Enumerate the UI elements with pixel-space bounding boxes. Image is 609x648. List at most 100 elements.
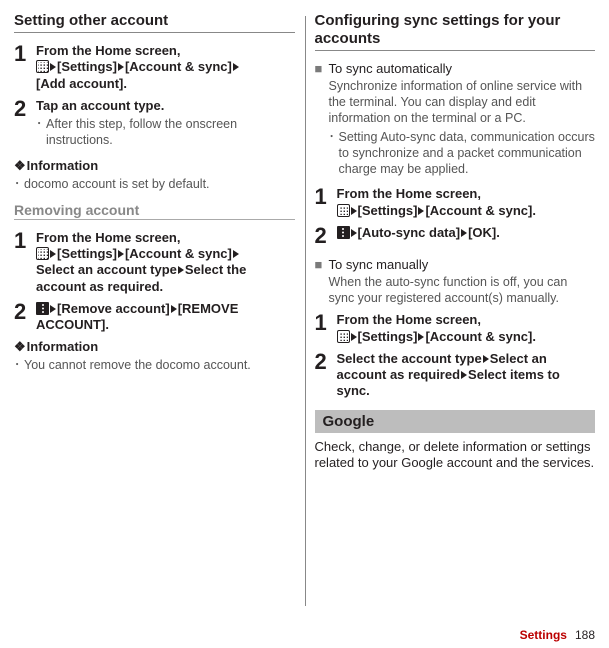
step-2-auto-sync: 2 [Auto-sync data] [OK]. [315, 225, 596, 247]
information-note: ･ docomo account is set by default. [14, 176, 295, 192]
overflow-menu-icon [337, 226, 350, 239]
text: Select an account type [36, 262, 177, 277]
text: [OK]. [468, 225, 500, 240]
step-instruction: From the Home screen, [Settings] [Account… [337, 186, 596, 219]
arrow-icon [461, 371, 467, 379]
arrow-icon [461, 229, 467, 237]
step-number: 2 [315, 225, 337, 247]
text: [Settings] [358, 329, 418, 344]
bullet-icon: ･ [14, 357, 24, 373]
subsection-title: To sync automatically [329, 61, 596, 78]
arrow-icon [178, 266, 184, 274]
arrow-icon [233, 250, 239, 258]
subsection-note: ･ Setting Auto-sync data, communication … [329, 129, 596, 178]
text: From the Home screen, [337, 186, 482, 201]
arrow-icon [50, 250, 56, 258]
step-1-manual-sync: 1 From the Home screen, [Settings] [Accou… [315, 312, 596, 345]
text: Information [27, 158, 99, 173]
arrow-icon [418, 207, 424, 215]
step-number: 2 [315, 351, 337, 400]
step-number: 2 [14, 301, 36, 334]
bullet-icon: ･ [36, 116, 46, 149]
step-1-auto-sync: 1 From the Home screen, [Settings] [Accou… [315, 186, 596, 219]
step-instruction: From the Home screen, [Settings] [Account… [36, 43, 295, 92]
arrow-icon [483, 355, 489, 363]
apps-grid-icon [337, 204, 350, 217]
arrow-icon [171, 305, 177, 313]
text: [Account & sync] [125, 246, 232, 261]
step-instruction: [Remove account][REMOVE ACCOUNT]. [36, 301, 295, 334]
text: [Account & sync]. [425, 203, 536, 218]
information-heading: ❖Information [14, 158, 295, 174]
note-text: docomo account is set by default. [24, 176, 210, 192]
section-title-removing-account: Removing account [14, 202, 295, 220]
step-number: 1 [315, 312, 337, 345]
subsection-title: To sync manually [329, 257, 596, 274]
text: From the Home screen, [36, 230, 181, 245]
subsection-sync-auto: ■ To sync automatically Synchronize info… [315, 61, 596, 180]
step-2-remove: 2 [Remove account][REMOVE ACCOUNT]. [14, 301, 295, 334]
text: [Account & sync] [125, 59, 232, 74]
section-header-google: Google [315, 410, 596, 433]
text: [Remove account] [57, 301, 170, 316]
step-instruction: Select the account typeSelect an account… [337, 351, 596, 400]
arrow-icon [118, 63, 124, 71]
text: From the Home screen, [36, 43, 181, 58]
text: [Account & sync]. [425, 329, 536, 344]
section-title-configure-sync: Configuring sync settings for your accou… [315, 12, 596, 51]
note-text: Setting Auto-sync data, communication oc… [339, 129, 596, 178]
text: [Auto-sync data] [358, 225, 461, 240]
information-note: ･ You cannot remove the docomo account. [14, 357, 295, 373]
step-instruction: Tap an account type. [36, 98, 295, 114]
arrow-icon [233, 63, 239, 71]
overflow-menu-icon [36, 302, 49, 315]
arrow-icon [351, 333, 357, 341]
text: [Settings] [57, 59, 117, 74]
section-title-setting-other-account: Setting other account [14, 12, 295, 33]
step-instruction: [Auto-sync data] [OK]. [337, 225, 596, 241]
step-number: 2 [14, 98, 36, 152]
subsection-desc: Synchronize information of online servic… [329, 78, 596, 127]
step-2-set-other: 2 Tap an account type. ･ After this step… [14, 98, 295, 152]
arrow-icon [50, 63, 56, 71]
step-note: ･ After this step, follow the onscreen i… [36, 116, 295, 149]
page-footer: Settings 188 [520, 628, 595, 642]
diamond-icon: ❖ [14, 339, 26, 355]
step-2-manual-sync: 2 Select the account typeSelect an accou… [315, 351, 596, 400]
footer-page-number: 188 [575, 628, 595, 642]
text: Information [27, 339, 99, 354]
apps-grid-icon [36, 247, 49, 260]
note-text: You cannot remove the docomo account. [24, 357, 251, 373]
step-1-set-other: 1 From the Home screen, [Settings] [Accou… [14, 43, 295, 92]
text: Select the account type [337, 351, 482, 366]
diamond-icon: ❖ [14, 158, 26, 174]
arrow-icon [351, 229, 357, 237]
step-instruction: From the Home screen, [Settings] [Account… [337, 312, 596, 345]
arrow-icon [50, 305, 56, 313]
text: [Add account]. [36, 76, 127, 91]
text: [Settings] [358, 203, 418, 218]
step-instruction: From the Home screen, [Settings] [Account… [36, 230, 295, 295]
arrow-icon [118, 250, 124, 258]
arrow-icon [351, 207, 357, 215]
bullet-icon: ･ [329, 129, 339, 178]
step-number: 1 [14, 230, 36, 295]
apps-grid-icon [36, 60, 49, 73]
square-icon: ■ [315, 257, 329, 306]
square-icon: ■ [315, 61, 329, 180]
step-number: 1 [315, 186, 337, 219]
column-divider [305, 16, 306, 606]
apps-grid-icon [337, 330, 350, 343]
bullet-icon: ･ [14, 176, 24, 192]
note-text: After this step, follow the onscreen ins… [46, 116, 295, 149]
text: From the Home screen, [337, 312, 482, 327]
subsection-sync-manual: ■ To sync manually When the auto-sync fu… [315, 257, 596, 306]
google-desc: Check, change, or delete information or … [315, 439, 596, 473]
step-1-remove: 1 From the Home screen, [Settings] [Accou… [14, 230, 295, 295]
arrow-icon [418, 333, 424, 341]
footer-category: Settings [520, 628, 567, 642]
step-number: 1 [14, 43, 36, 92]
information-heading: ❖Information [14, 339, 295, 355]
text: [Settings] [57, 246, 117, 261]
subsection-desc: When the auto-sync function is off, you … [329, 274, 596, 307]
